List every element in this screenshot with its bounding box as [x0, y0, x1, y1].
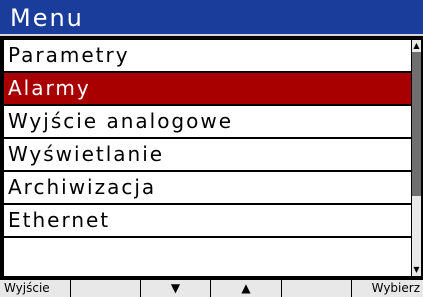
title-bar: Menu	[0, 0, 423, 36]
menu-item-label: Wyjście analogowe	[8, 109, 234, 133]
menu-item-label: Parametry	[8, 43, 130, 67]
arrow-up-icon[interactable]: ▲	[412, 40, 421, 52]
menu-item-wyjscie-analogowe[interactable]: Wyjście analogowe	[4, 106, 411, 139]
softkey-up[interactable]: ▲	[211, 280, 282, 297]
device-screen: Menu Parametry Alarmy Wyjście analogowe …	[0, 0, 423, 297]
softkey-blank-2[interactable]	[282, 280, 352, 297]
softkey-exit[interactable]: Wyjście	[0, 280, 71, 297]
menu-item-label: Wyświetlanie	[8, 142, 165, 166]
menu-item-archiwizacja[interactable]: Archiwizacja	[4, 172, 411, 205]
page-title: Menu	[10, 4, 84, 32]
softkey-select[interactable]: Wybierz	[352, 280, 423, 297]
menu-item-alarmy[interactable]: Alarmy	[4, 73, 411, 106]
arrow-down-icon[interactable]: ▼	[412, 264, 421, 276]
menu-item-wyswietlanie[interactable]: Wyświetlanie	[4, 139, 411, 172]
softkey-blank[interactable]	[71, 280, 141, 297]
menu-list: Parametry Alarmy Wyjście analogowe Wyświ…	[4, 40, 411, 276]
menu-item-label: Ethernet	[8, 208, 111, 232]
softkey-down[interactable]: ▼	[141, 280, 211, 297]
softkey-bar: Wyjście ▼ ▲ Wybierz	[0, 279, 423, 297]
menu-item-label: Archiwizacja	[8, 175, 157, 199]
menu-item-label: Alarmy	[8, 76, 91, 100]
menu-item-ethernet[interactable]: Ethernet	[4, 205, 411, 238]
menu-item-parametry[interactable]: Parametry	[4, 40, 411, 73]
scrollbar-thumb[interactable]	[412, 52, 421, 197]
scrollbar[interactable]: ▲ ▼	[411, 40, 421, 276]
